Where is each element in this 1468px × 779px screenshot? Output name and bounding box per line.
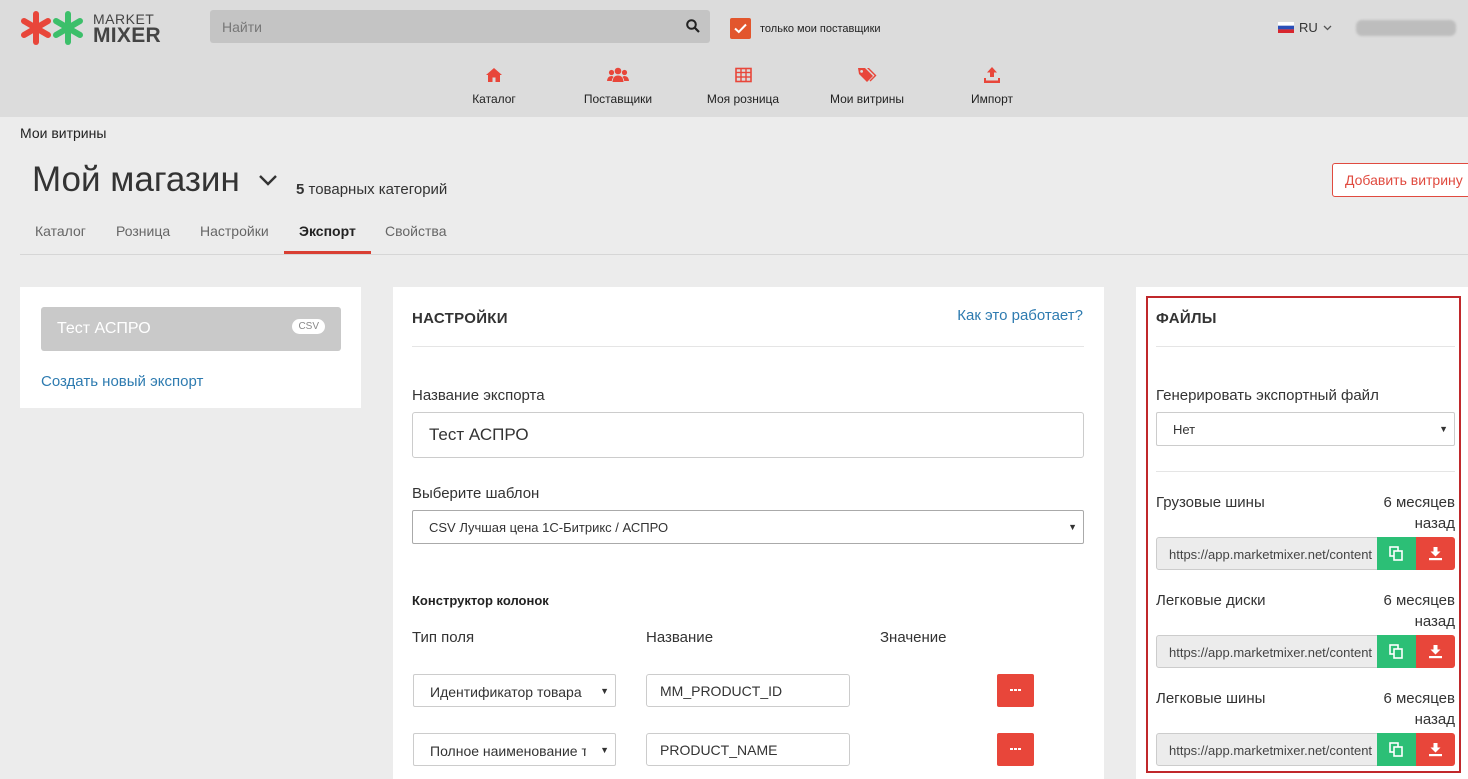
tab-bar: Каталог Розница Настройки Экспорт Свойст…	[20, 218, 1468, 255]
checkmark-icon	[734, 23, 747, 34]
field-type-select[interactable]: Идентификатор товара ▼	[413, 674, 616, 707]
tab-properties[interactable]: Свойства	[385, 223, 446, 239]
remove-column-button[interactable]	[997, 674, 1034, 707]
tab-catalog[interactable]: Каталог	[35, 223, 86, 239]
only-my-suppliers-checkbox[interactable]	[730, 18, 751, 39]
nav-my-showcases-label: Мои витрины	[829, 92, 905, 106]
language-selector[interactable]: RU	[1278, 20, 1332, 35]
search-bar	[210, 10, 710, 43]
language-label: RU	[1299, 20, 1318, 35]
column-header-name: Название	[646, 629, 714, 646]
top-header: MARKET MIXER только мои поставщики RU Ка…	[0, 0, 1468, 117]
settings-title: НАСТРОЙКИ	[412, 310, 508, 327]
search-input[interactable]	[210, 10, 680, 43]
nav-import[interactable]: Импорт	[937, 66, 1047, 106]
column-header-type: Тип поля	[412, 629, 475, 646]
home-icon	[486, 68, 502, 82]
tab-retail[interactable]: Розница	[116, 223, 170, 239]
minus-icon	[1010, 689, 1021, 691]
export-item-name: Тест АСПРО	[57, 320, 151, 337]
export-name-label: Название экспорта	[412, 387, 545, 404]
nav-my-retail[interactable]: Моя розница	[688, 66, 798, 106]
divider	[412, 346, 1084, 347]
chevron-down-icon	[1323, 25, 1332, 30]
user-account-menu[interactable]	[1356, 20, 1456, 36]
russia-flag-icon	[1278, 22, 1294, 33]
logo[interactable]: MARKET MIXER	[20, 11, 162, 47]
export-item[interactable]: Тест АСПРО CSV	[41, 307, 341, 351]
tab-export[interactable]: Экспорт	[299, 223, 356, 239]
template-select-value: CSV Лучшая цена 1С-Битрикс / АСПРО	[429, 520, 669, 535]
field-type-select[interactable]: Полное наименование т ▼	[413, 733, 616, 766]
tags-icon	[858, 68, 877, 82]
nav-import-label: Импорт	[971, 92, 1013, 106]
how-it-works-link[interactable]: Как это работает?	[957, 307, 1083, 324]
nav-my-retail-label: Моя розница	[706, 92, 780, 106]
dropdown-arrow-icon: ▼	[1068, 522, 1077, 532]
field-type-value: Идентификатор товара	[430, 684, 582, 700]
dropdown-arrow-icon: ▼	[600, 686, 609, 696]
column-name-input[interactable]	[646, 733, 850, 766]
nav-catalog[interactable]: Каталог	[439, 66, 549, 106]
field-type-value: Полное наименование т	[430, 743, 586, 759]
tab-settings[interactable]: Настройки	[200, 223, 269, 239]
create-export-link[interactable]: Создать новый экспорт	[41, 373, 203, 390]
dropdown-arrow-icon: ▼	[600, 745, 609, 755]
breadcrumb[interactable]: Мои витрины	[20, 125, 106, 141]
nav-my-showcases[interactable]: Мои витрины	[812, 66, 922, 106]
nav-suppliers[interactable]: Поставщики	[563, 66, 673, 106]
category-count-number: 5	[296, 181, 305, 198]
column-header-value: Значение	[880, 629, 947, 646]
minus-icon	[1010, 748, 1021, 750]
users-icon	[607, 67, 629, 82]
active-tab-indicator	[284, 251, 371, 254]
table-icon	[734, 67, 752, 83]
column-constructor-title: Конструктор колонок	[412, 593, 549, 608]
format-badge: CSV	[292, 319, 325, 334]
files-highlight-frame	[1146, 296, 1461, 773]
only-my-suppliers-label[interactable]: только мои поставщики	[760, 23, 881, 35]
page-title[interactable]: Мой магазин	[32, 160, 240, 200]
remove-column-button[interactable]	[997, 733, 1034, 766]
column-name-input[interactable]	[646, 674, 850, 707]
logo-icon	[21, 11, 83, 45]
export-name-input[interactable]	[412, 412, 1084, 458]
category-count: 5 товарных категорий	[296, 181, 447, 198]
category-count-text: товарных категорий	[308, 181, 448, 198]
exports-list-panel: Тест АСПРО CSV Создать новый экспорт	[20, 287, 361, 408]
search-icon[interactable]	[686, 19, 700, 33]
add-showcase-button[interactable]: Добавить витрину	[1332, 163, 1468, 197]
upload-icon	[984, 67, 1000, 83]
logo-text-mixer: MIXER	[93, 24, 162, 47]
settings-panel: НАСТРОЙКИ Как это работает? Название экс…	[393, 287, 1104, 779]
template-label: Выберите шаблон	[412, 485, 540, 502]
nav-catalog-label: Каталог	[472, 92, 516, 106]
chevron-down-icon[interactable]	[258, 174, 278, 187]
nav-suppliers-label: Поставщики	[583, 92, 653, 106]
template-select[interactable]: CSV Лучшая цена 1С-Битрикс / АСПРО ▼	[412, 510, 1084, 544]
